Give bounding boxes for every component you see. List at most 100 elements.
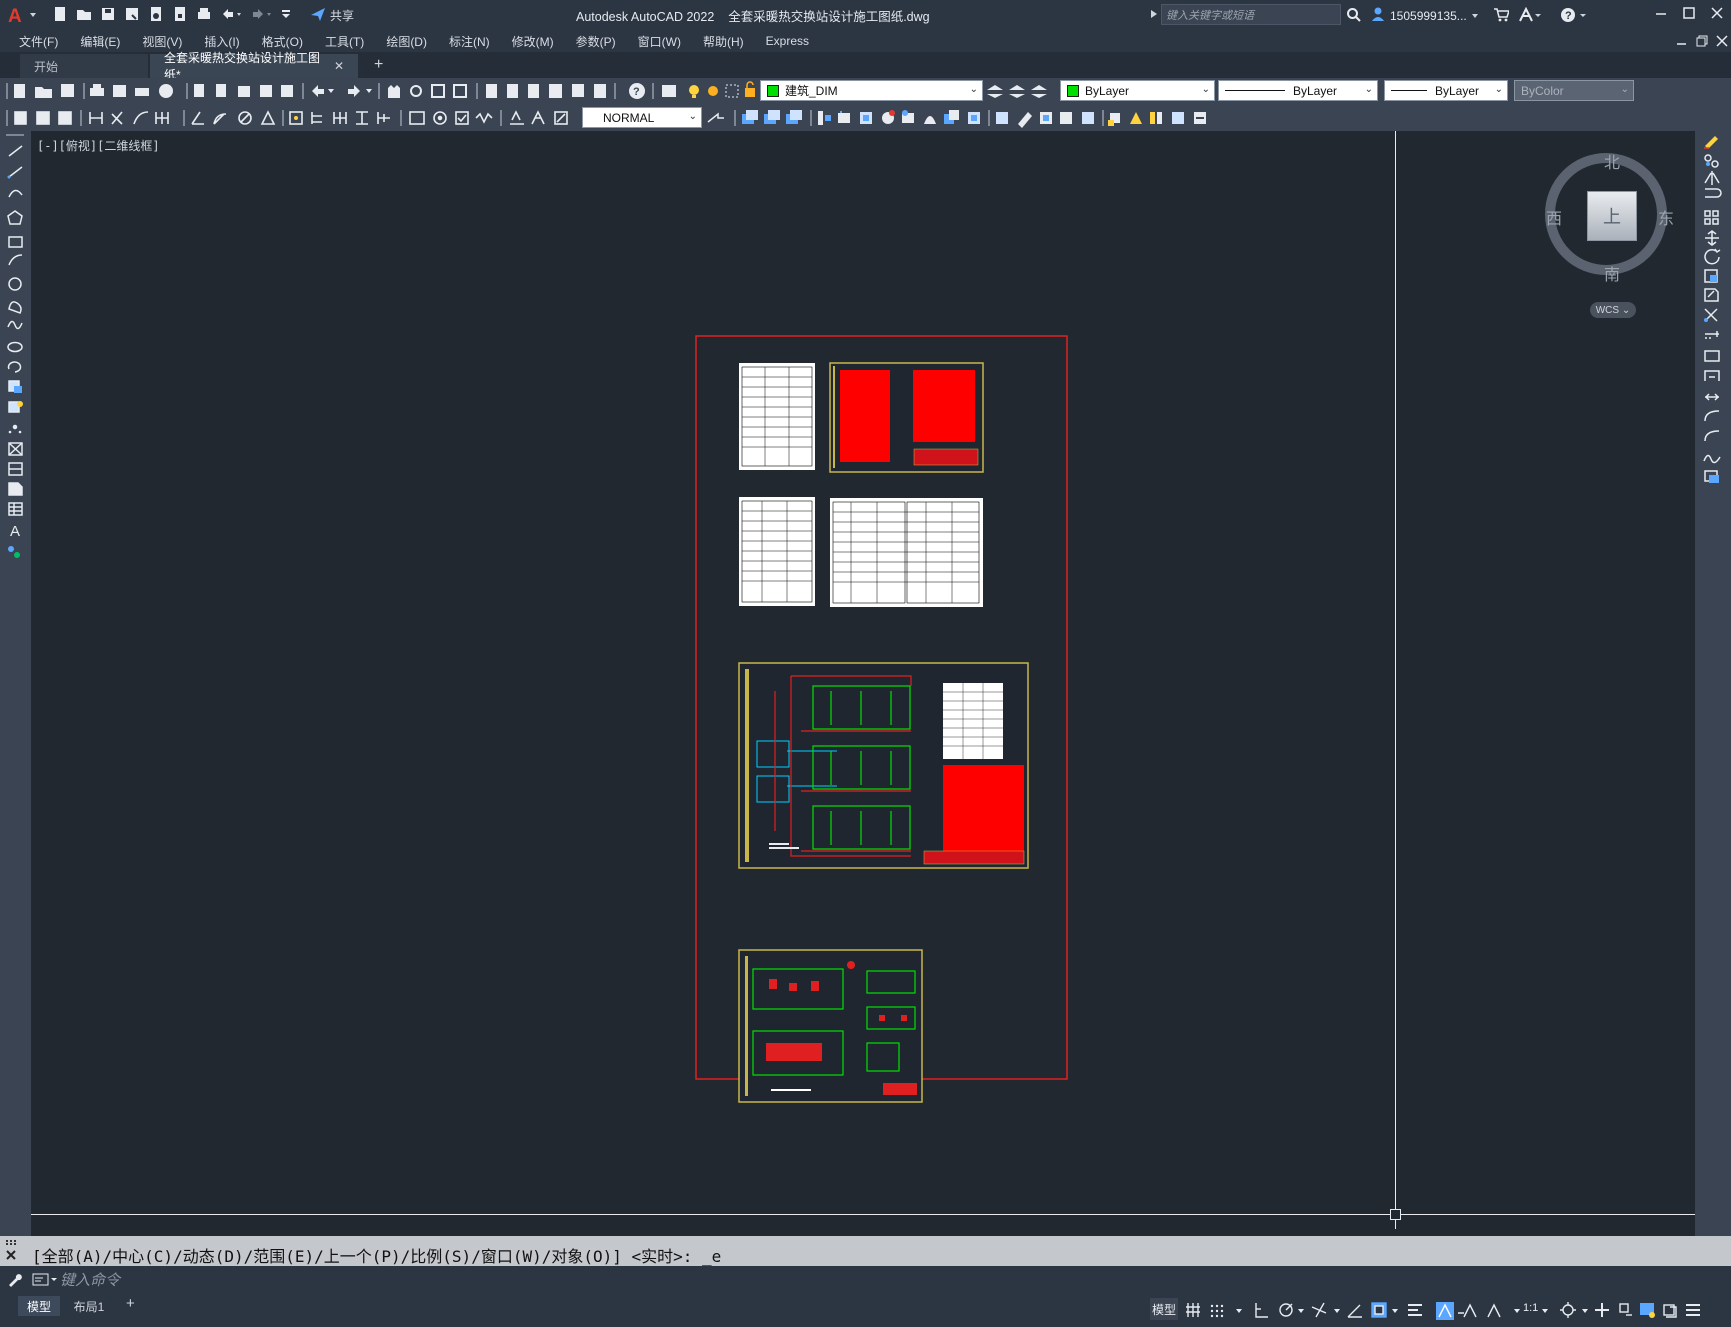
quick-access-toolbar [52, 6, 292, 25]
crosshair-vertical [1395, 131, 1396, 1229]
menu-draw[interactable]: 绘图(D) [375, 33, 438, 50]
sheet-2 [829, 362, 984, 473]
menu-view[interactable]: 视图(V) [131, 33, 193, 50]
crosshair-horizontal [31, 1214, 1695, 1215]
dimension-toolbar-icons[interactable] [0, 104, 580, 131]
undo-icon[interactable] [220, 6, 242, 25]
minimize-icon[interactable] [1654, 6, 1668, 23]
plotstyle-value: ByColor [1521, 83, 1564, 98]
app-title: Autodesk AutoCAD 2022 [576, 10, 715, 24]
plot-icon[interactable] [196, 6, 212, 25]
menu-express[interactable]: Express [755, 34, 820, 48]
menu-dimension[interactable]: 标注(N) [438, 33, 501, 50]
save-web-icon[interactable] [172, 6, 188, 25]
viewcube-north[interactable]: 北 [1604, 149, 1620, 173]
document-tab-bar: 开始 全套采暖热交换站设计施工图纸* ✕ + [0, 51, 1731, 82]
tab-drawing[interactable]: 全套采暖热交换站设计施工图纸* ✕ [150, 51, 358, 82]
command-history-text: [全部(A)/中心(C)/动态(D)/范围(E)/上一个(P)/比例(S)/窗口… [32, 1247, 722, 1266]
maximize-icon[interactable] [1682, 6, 1696, 23]
status-bar: 模型 布局1 + 模型 1:1 [0, 1293, 1731, 1327]
menu-format[interactable]: 格式(O) [251, 33, 314, 50]
open-web-icon[interactable] [148, 6, 164, 25]
model-space-button[interactable]: 模型 [1150, 1298, 1178, 1320]
open-file-icon[interactable] [76, 6, 92, 25]
tab-start-label: 开始 [34, 59, 59, 74]
standard-toolbar-icons[interactable]: ? [0, 78, 660, 104]
chevron-down-icon: ⌄ [688, 111, 697, 122]
menu-edit[interactable]: 编辑(E) [69, 33, 131, 50]
viewcube-east[interactable]: 东 [1658, 205, 1674, 229]
menu-window[interactable]: 窗口(W) [627, 33, 692, 50]
help-icon[interactable]: ? [1560, 7, 1588, 26]
new-tab-button[interactable]: + [374, 56, 383, 74]
menu-parametric[interactable]: 参数(P) [565, 33, 627, 50]
cart-icon[interactable] [1493, 7, 1511, 26]
search-input[interactable]: 键入关键字或短语 [1161, 4, 1341, 25]
chevron-down-icon: ⌄ [1201, 84, 1210, 95]
search-icon[interactable] [1346, 7, 1362, 26]
draw-tool-icons[interactable]: A [0, 131, 31, 591]
viewcube-west[interactable]: 西 [1546, 205, 1562, 229]
linetype-dropdown[interactable]: ByLayer ⌄ [1218, 80, 1378, 101]
command-input[interactable]: 键入命令 [60, 1268, 1726, 1290]
save-as-icon[interactable] [124, 6, 140, 25]
recent-commands-icon[interactable] [32, 1271, 58, 1290]
autodesk-app-icon[interactable] [1518, 6, 1542, 26]
dimstyle-dropdown[interactable]: NORMAL ⌄ [582, 107, 702, 128]
menu-file[interactable]: 文件(F) [8, 33, 69, 50]
doc-minimize-icon[interactable] [1676, 35, 1688, 50]
save-icon[interactable] [100, 6, 116, 25]
viewcube-south[interactable]: 南 [1604, 261, 1620, 285]
drawing-sheets [695, 335, 1068, 1103]
modify-toolbar-icons[interactable] [706, 104, 1226, 131]
plotstyle-dropdown[interactable]: ByColor ⌄ [1514, 80, 1634, 101]
autocad-logo-icon[interactable]: A [8, 5, 38, 28]
redo-icon[interactable] [250, 6, 272, 25]
layer-tools-icons[interactable] [985, 78, 1055, 104]
menu-modify[interactable]: 修改(M) [501, 33, 565, 50]
svg-text:A: A [8, 6, 22, 25]
user-name: 1505999135... [1390, 8, 1467, 23]
chevron-down-icon [1471, 9, 1479, 23]
doc-restore-icon[interactable] [1696, 35, 1708, 50]
user-icon [1370, 6, 1386, 25]
add-layout-button[interactable]: + [126, 1295, 135, 1312]
share-button[interactable]: 共享 [310, 6, 354, 25]
modify-toolbar [1695, 131, 1731, 1236]
wrench-icon[interactable] [6, 1271, 22, 1290]
new-file-icon[interactable] [52, 6, 68, 25]
linetype-value: ByLayer [1293, 83, 1338, 98]
color-swatch [1067, 84, 1079, 97]
layer-dropdown[interactable]: 建筑_DIM ⌄ [760, 80, 983, 101]
modify-tool-icons[interactable] [1695, 131, 1731, 551]
color-dropdown[interactable]: ByLayer ⌄ [1060, 80, 1215, 101]
svg-text:?: ? [633, 86, 640, 98]
status-right-icons[interactable] [1540, 1297, 1731, 1323]
command-input-bar: 键入命令 [0, 1266, 1731, 1293]
annotation-scale[interactable]: 1:1 [1523, 1302, 1538, 1314]
viewcube-face-top[interactable]: 上 [1587, 191, 1637, 241]
menu-help[interactable]: 帮助(H) [692, 33, 755, 50]
tab-close-icon[interactable]: ✕ [334, 59, 344, 73]
lineweight-preview [1391, 90, 1427, 91]
tab-start[interactable]: 开始 [20, 54, 148, 78]
command-line-grip[interactable] [4, 1238, 20, 1267]
wcs-menu-button[interactable]: WCS ⌄ [1590, 302, 1636, 318]
close-icon[interactable] [1710, 6, 1724, 23]
model-layout-tab[interactable]: 模型 [18, 1296, 60, 1316]
chevron-down-icon: ⌄ [1364, 84, 1373, 95]
window-title: Autodesk AutoCAD 2022 全套采暖热交换站设计施工图纸.dwg [576, 6, 930, 25]
lineweight-dropdown[interactable]: ByLayer ⌄ [1384, 80, 1508, 101]
search-expand-icon[interactable] [1150, 8, 1158, 23]
customize-qat-icon[interactable] [280, 6, 292, 25]
chevron-down-icon: ⌄ [969, 84, 978, 95]
menu-tools[interactable]: 工具(T) [314, 33, 375, 50]
color-value: ByLayer [1085, 83, 1130, 98]
user-account-button[interactable]: 1505999135... [1370, 6, 1479, 25]
menu-insert[interactable]: 插入(I) [193, 33, 250, 50]
doc-close-icon[interactable] [1716, 35, 1728, 50]
drawing-canvas[interactable]: [-][俯视][二维线框] 上 北 南 东 西 WCS ⌄ [31, 131, 1695, 1236]
share-icon [310, 6, 326, 25]
layout1-tab[interactable]: 布局1 [64, 1296, 114, 1316]
layer-state-icons[interactable] [660, 78, 760, 104]
